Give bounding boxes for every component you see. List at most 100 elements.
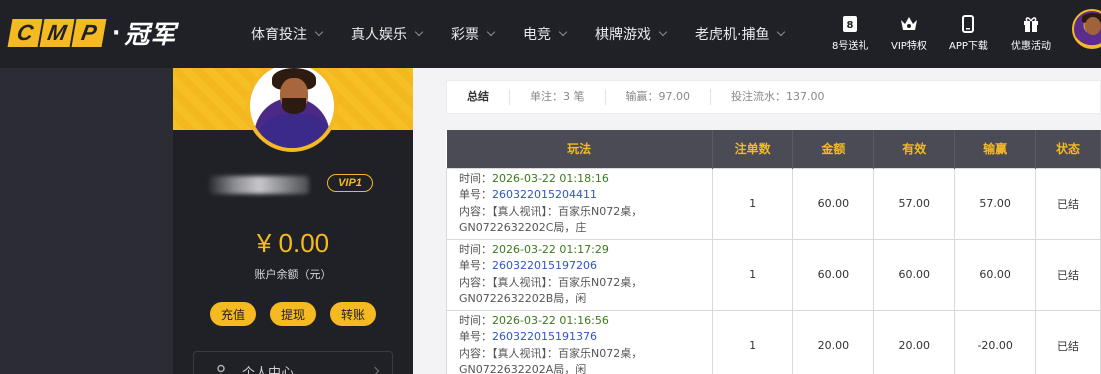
avatar-face — [1085, 17, 1101, 35]
nav-item-label: 电竞 — [523, 27, 551, 43]
summary-title: 总结 — [447, 89, 510, 105]
bet-status: 已结 — [1035, 309, 1101, 374]
avatar-body — [260, 114, 330, 148]
content-label: 内容： — [459, 346, 492, 360]
time-label: 时间： — [459, 313, 492, 327]
logo-name: 冠军 — [124, 20, 177, 49]
bet-records-table: 玩法 注单数 金额 有效 输赢 状态 时间：2026-03-22 01:18:1… — [446, 130, 1101, 374]
bet-content-line2: GN0722632202B局，闲 — [459, 292, 587, 305]
crown-icon — [900, 17, 917, 30]
bet-count: 1 — [711, 309, 794, 374]
gift-8-label: 8号送礼 — [832, 41, 869, 52]
content-label: 内容： — [459, 204, 492, 218]
bet-id-link[interactable]: 260322015191376 — [492, 330, 597, 343]
logo-letter: P — [71, 19, 107, 47]
bet-count: 1 — [711, 167, 794, 240]
bet-valid: 60.00 — [873, 238, 956, 311]
nav-item-slots-fishing[interactable]: 老虎机·捕鱼 — [695, 24, 786, 44]
top-navbar: C M P · 冠军 体育投注 真人娱乐 彩票 电竞 棋牌游戏 老虎机·捕鱼 8… — [0, 0, 1101, 68]
nav-item-esports[interactable]: 电竞 — [523, 24, 568, 44]
withdraw-button[interactable]: 提现 — [270, 302, 316, 326]
bet-profit: 60.00 — [954, 238, 1037, 311]
brand-logo[interactable]: C M P · 冠军 — [7, 17, 177, 49]
personal-center-label: 个人中心 — [242, 365, 295, 374]
app-download-button[interactable]: APP下载 — [949, 14, 988, 52]
profile-sidebar: VIP1 ¥ 0.00 账户余额（元） 充值 提现 转账 个人中心 — [173, 68, 413, 374]
nav-item-label: 棋牌游戏 — [595, 27, 651, 43]
content-label: 内容： — [459, 275, 492, 289]
chevron-down-icon — [558, 27, 568, 37]
vip-privilege-button[interactable]: VIP特权 — [891, 14, 927, 52]
logo-letter: M — [39, 19, 75, 47]
gift-8-button[interactable]: 8 8号送礼 — [832, 14, 868, 52]
bet-amount: 20.00 — [792, 309, 875, 374]
bet-status: 已结 — [1035, 238, 1101, 311]
bet-content-line2: GN0722632202C局，庄 — [459, 221, 587, 234]
table-row: 时间：2026-03-22 01:17:29 单号：26032201519720… — [446, 238, 1101, 311]
logo-letters: C M P — [7, 19, 107, 47]
id-label: 单号： — [459, 330, 492, 343]
phone-icon — [962, 15, 975, 33]
col-header-valid: 有效 — [873, 130, 956, 168]
bet-amount: 60.00 — [792, 238, 875, 311]
summary-profit: 输赢：97.00 — [606, 89, 711, 105]
logo-letter: C — [7, 19, 43, 47]
deposit-button[interactable]: 充值 — [210, 302, 256, 326]
bet-status: 已结 — [1035, 167, 1101, 240]
col-header-count: 注单数 — [712, 130, 794, 168]
bet-content-line2: GN0722632202A局，闲 — [459, 363, 587, 374]
summary-turnover: 投注流水：137.00 — [731, 90, 825, 103]
logo-dot: · — [112, 20, 121, 46]
personal-center-menu-item[interactable]: 个人中心 — [193, 351, 393, 374]
bet-count: 1 — [711, 238, 794, 311]
bet-id-link[interactable]: 260322015204411 — [492, 188, 597, 201]
time-label: 时间： — [459, 171, 492, 185]
id-label: 单号： — [459, 188, 492, 201]
table-row: 时间：2026-03-22 01:18:16 单号：26032201520441… — [446, 167, 1101, 240]
table-row: 时间：2026-03-22 01:16:56 单号：26032201519137… — [446, 309, 1101, 374]
chevron-down-icon — [314, 27, 324, 37]
col-header-status: 状态 — [1035, 130, 1101, 168]
nav-item-live-casino[interactable]: 真人娱乐 — [351, 24, 424, 44]
bet-valid: 57.00 — [873, 167, 956, 240]
nav-item-label: 彩票 — [451, 27, 479, 43]
chevron-down-icon — [486, 27, 496, 37]
app-download-label: APP下载 — [949, 41, 988, 52]
main-nav: 体育投注 真人娱乐 彩票 电竞 棋牌游戏 老虎机·捕鱼 — [251, 0, 813, 68]
bet-info-cell: 时间：2026-03-22 01:16:56 单号：26032201519137… — [446, 309, 713, 374]
bet-id-link[interactable]: 260322015197206 — [492, 259, 597, 272]
bet-time: 2026-03-22 01:16:56 — [492, 313, 609, 327]
wallet-actions: 充值 提现 转账 — [173, 302, 413, 326]
summary-bar: 总结 单注：3 笔 输赢：97.00 投注流水：137.00 — [446, 80, 1101, 114]
chevron-down-icon — [777, 27, 786, 37]
bet-profit: -20.00 — [954, 309, 1037, 374]
chevron-down-icon — [414, 27, 424, 37]
bet-profit: 57.00 — [954, 167, 1037, 240]
chevron-down-icon — [658, 27, 668, 37]
svg-text:8: 8 — [847, 20, 854, 31]
nav-item-lottery[interactable]: 彩票 — [451, 24, 496, 44]
bet-content: 【真人视讯】：百家乐N072桌， — [492, 346, 643, 360]
promotions-label: 优惠活动 — [1011, 41, 1051, 52]
profile-avatar — [246, 68, 338, 152]
col-header-amount: 金额 — [792, 130, 875, 168]
vip-level-badge: VIP1 — [327, 174, 373, 192]
nav-item-chess-cards[interactable]: 棋牌游戏 — [595, 24, 668, 44]
nav-item-label: 体育投注 — [251, 27, 307, 43]
blurred-username — [209, 176, 309, 194]
account-balance-label: 账户余额（元） — [254, 268, 332, 281]
bet-time: 2026-03-22 01:18:16 — [492, 171, 609, 185]
transfer-button[interactable]: 转账 — [330, 302, 376, 326]
account-balance: ¥ 0.00 — [256, 228, 330, 258]
bet-time: 2026-03-22 01:17:29 — [492, 242, 609, 256]
table-header-row: 玩法 注单数 金额 有效 输赢 状态 — [446, 130, 1101, 168]
nav-item-sports[interactable]: 体育投注 — [251, 24, 324, 44]
vip-privilege-label: VIP特权 — [891, 41, 927, 52]
nav-item-label: 真人娱乐 — [351, 27, 407, 43]
promotions-button[interactable]: 优惠活动 — [1011, 14, 1051, 52]
user-avatar[interactable] — [1072, 9, 1101, 49]
chevron-right-icon — [370, 366, 380, 374]
gift-box-icon: 8 — [843, 16, 858, 32]
nav-item-label: 老虎机·捕鱼 — [695, 27, 770, 43]
present-icon — [1024, 17, 1038, 32]
